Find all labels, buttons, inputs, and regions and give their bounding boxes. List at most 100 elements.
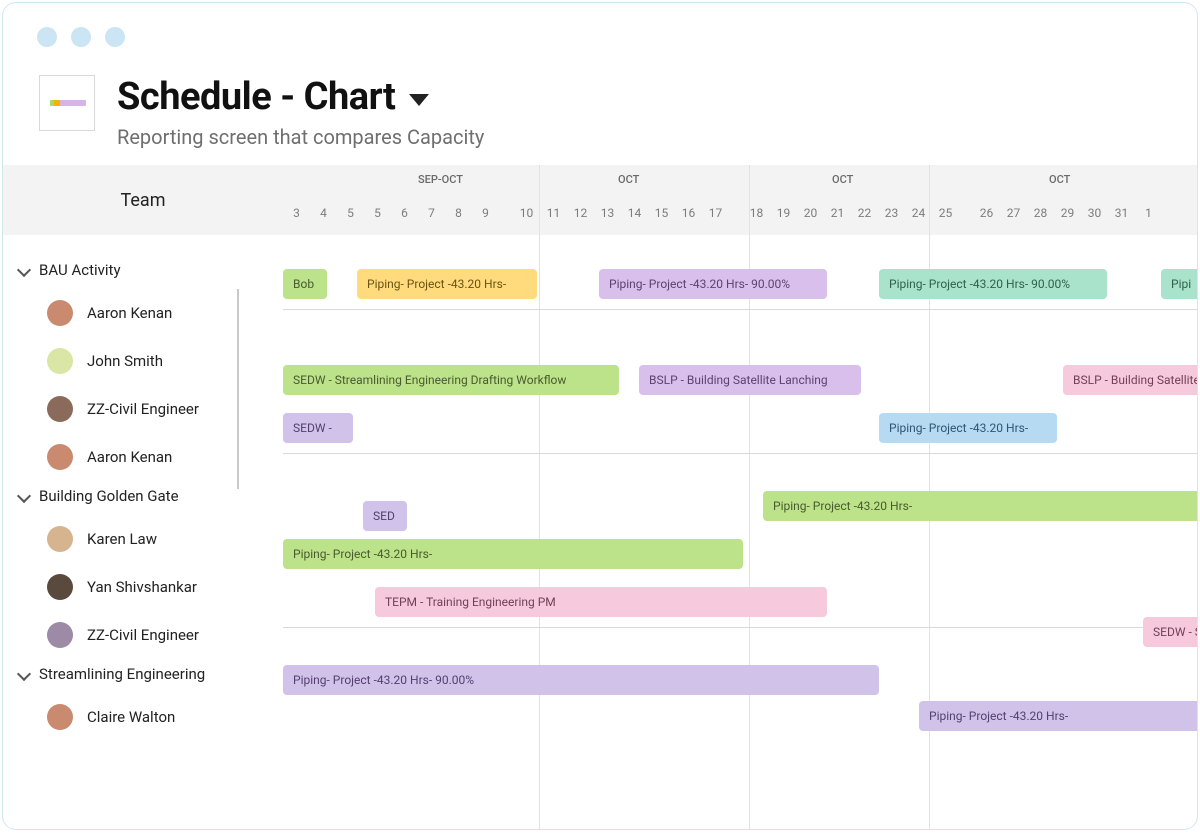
page-subtitle: Reporting screen that compares Capacity — [117, 125, 484, 149]
gantt-bar[interactable]: Piping- Project -43.20 Hrs- — [763, 491, 1198, 521]
chart-logo-icon — [39, 75, 95, 131]
avatar — [47, 526, 73, 552]
day-label: 5 — [364, 206, 391, 220]
gantt-bar[interactable]: Piping- Project -43.20 Hrs- — [919, 701, 1198, 731]
group-header[interactable]: BAU Activity — [3, 255, 283, 289]
chevron-down-icon — [17, 667, 31, 681]
day-label: 20 — [797, 206, 824, 220]
page-title[interactable]: Schedule - Chart — [117, 75, 484, 119]
gantt-bar[interactable]: BSLP - Building Satellite — [1063, 365, 1198, 395]
day-label: 7 — [418, 206, 445, 220]
row-divider — [283, 309, 1197, 310]
gantt-bar[interactable]: Piping- Project -43.20 Hrs- — [357, 269, 537, 299]
group-header[interactable]: Building Golden Gate — [3, 481, 283, 515]
person-row[interactable]: ZZ-Civil Engineer — [3, 385, 283, 433]
day-label: 14 — [621, 206, 648, 220]
gantt-bar[interactable]: BSLP - Building Satellite Lanching — [639, 365, 861, 395]
gantt-bar[interactable]: SEDW - — [283, 413, 353, 443]
day-label: 21 — [824, 206, 851, 220]
team-column-header: Team — [3, 165, 283, 235]
group-label: Building Golden Gate — [39, 487, 179, 505]
person-row[interactable]: Claire Walton — [3, 693, 283, 741]
day-label: 9 — [472, 206, 499, 220]
person-name: ZZ-Civil Engineer — [87, 626, 199, 644]
day-label: 10 — [513, 206, 540, 220]
gantt-bar[interactable]: SEDW - Streamlining Engineering Drafting… — [283, 365, 619, 395]
day-label: 4 — [310, 206, 337, 220]
person-row[interactable]: Aaron Kenan — [3, 289, 283, 337]
day-label: 3 — [283, 206, 310, 220]
window-dot[interactable] — [71, 27, 91, 47]
person-name: ZZ-Civil Engineer — [87, 400, 199, 418]
window-controls — [3, 3, 1197, 47]
day-label: 25 — [932, 206, 959, 220]
timeline-header: Team SEP-OCTOCTOCTOCT 345567891011121314… — [3, 165, 1197, 235]
person-name: Claire Walton — [87, 708, 175, 726]
day-label: 23 — [878, 206, 905, 220]
day-label: 30 — [1081, 206, 1108, 220]
chevron-down-icon — [17, 489, 31, 503]
person-row[interactable]: Karen Law — [3, 515, 283, 563]
day-label: 15 — [648, 206, 675, 220]
avatar — [47, 348, 73, 374]
day-label: 12 — [567, 206, 594, 220]
month-label: OCT — [618, 173, 639, 186]
person-name: Karen Law — [87, 530, 157, 548]
month-label: OCT — [832, 173, 853, 186]
day-label: 16 — [675, 206, 702, 220]
day-label: 28 — [1027, 206, 1054, 220]
gantt-bar[interactable]: Pipi — [1161, 269, 1198, 299]
avatar — [47, 444, 73, 470]
person-name: John Smith — [87, 352, 163, 370]
day-label: 29 — [1054, 206, 1081, 220]
group-header[interactable]: Streamlining Engineering — [3, 659, 283, 693]
window-dot[interactable] — [37, 27, 57, 47]
month-label: SEP-OCT — [418, 173, 463, 186]
day-label: 31 — [1108, 206, 1135, 220]
day-label: 24 — [905, 206, 932, 220]
day-label: 8 — [445, 206, 472, 220]
day-label: 27 — [1000, 206, 1027, 220]
gantt-bar[interactable]: Piping- Project -43.20 Hrs- 90.00% — [879, 269, 1107, 299]
gantt-chart: Bob Piping- Project -43.20 Hrs- Piping- Pr… — [283, 235, 1197, 769]
day-label: 5 — [337, 206, 364, 220]
gantt-bar[interactable]: SED — [363, 501, 407, 531]
avatar — [47, 574, 73, 600]
person-name: Aaron Kenan — [87, 448, 172, 466]
gantt-bar[interactable]: Bob — [283, 269, 327, 299]
day-label: 1 — [1135, 206, 1162, 220]
day-label: 6 — [391, 206, 418, 220]
avatar — [47, 396, 73, 422]
day-label: 18 — [743, 206, 770, 220]
gantt-bar[interactable]: Piping- Project -43.20 Hrs- — [283, 539, 743, 569]
gantt-bar[interactable]: Piping- Project -43.20 Hrs- — [879, 413, 1057, 443]
row-divider — [283, 627, 1197, 628]
day-label: 26 — [973, 206, 1000, 220]
gantt-bar[interactable]: Piping- Project -43.20 Hrs- 90.00% — [283, 665, 879, 695]
person-row[interactable]: Aaron Kenan — [3, 433, 283, 481]
gantt-bar[interactable]: SEDW - St — [1143, 617, 1198, 647]
scrollbar[interactable] — [237, 289, 239, 489]
gantt-bar[interactable]: Piping- Project -43.20 Hrs- 90.00% — [599, 269, 827, 299]
chevron-down-icon[interactable] — [409, 94, 429, 106]
day-label: 22 — [851, 206, 878, 220]
window-dot[interactable] — [105, 27, 125, 47]
team-sidebar: BAU Activity Aaron Kenan John Smith ZZ-Civi… — [3, 235, 283, 769]
avatar — [47, 622, 73, 648]
avatar — [47, 704, 73, 730]
day-label: 13 — [594, 206, 621, 220]
chevron-down-icon — [17, 263, 31, 277]
person-row[interactable]: ZZ-Civil Engineer — [3, 611, 283, 659]
group-label: Streamlining Engineering — [39, 665, 205, 683]
avatar — [47, 300, 73, 326]
page-header: Schedule - Chart Reporting screen that c… — [3, 47, 1197, 165]
gantt-bar[interactable]: TEPM - Training Engineering PM — [375, 587, 827, 617]
person-name: Aaron Kenan — [87, 304, 172, 322]
person-row[interactable]: Yan Shivshankar — [3, 563, 283, 611]
month-label: OCT — [1049, 173, 1070, 186]
person-name: Yan Shivshankar — [87, 578, 197, 596]
row-divider — [283, 453, 1197, 454]
person-row[interactable]: John Smith — [3, 337, 283, 385]
page-title-text: Schedule - Chart — [117, 75, 395, 119]
day-label: 17 — [702, 206, 729, 220]
